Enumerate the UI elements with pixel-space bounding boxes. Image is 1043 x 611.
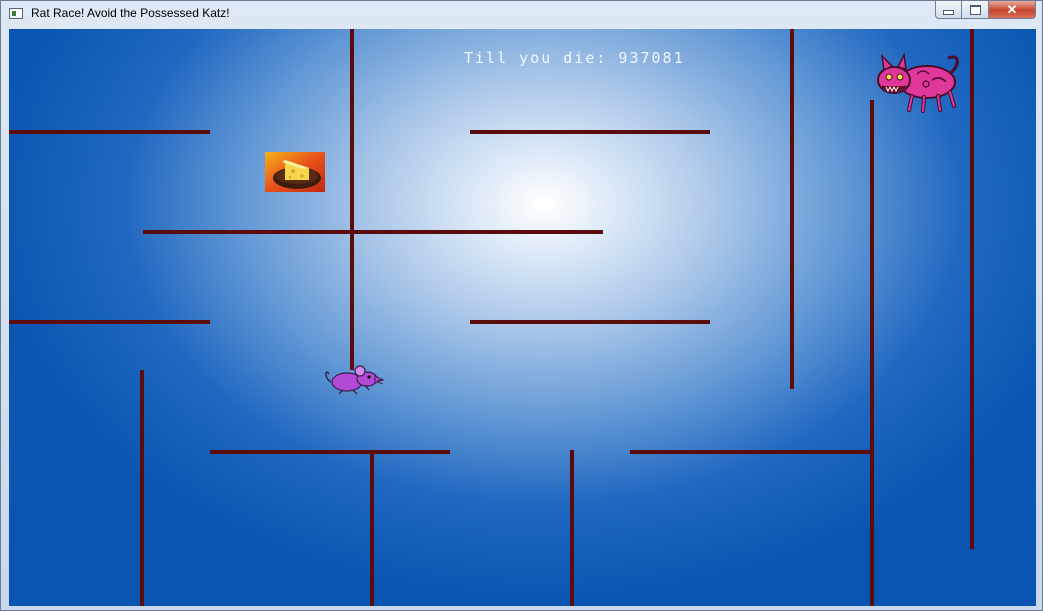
countdown-score: Till you die: 937081 (464, 49, 685, 67)
game-canvas[interactable]: Till you die: 937081 (9, 29, 1036, 606)
close-icon: ✕ (1006, 1, 1018, 17)
app-icon[interactable] (9, 8, 23, 19)
maze-wall (870, 100, 874, 606)
maze-wall (470, 130, 710, 134)
maze-wall (210, 450, 450, 454)
game-window: Rat Race! Avoid the Possessed Katz! ✕ Ti… (0, 0, 1043, 611)
minimize-button[interactable] (935, 1, 962, 19)
maze-wall (9, 320, 210, 324)
maze-wall (970, 29, 974, 549)
maze-wall (790, 29, 794, 389)
close-button[interactable]: ✕ (989, 1, 1036, 19)
possessed-cat-icon (872, 52, 964, 114)
cheese-icon (265, 152, 325, 192)
title-bar[interactable]: Rat Race! Avoid the Possessed Katz! ✕ (1, 1, 1042, 27)
window-title: Rat Race! Avoid the Possessed Katz! (31, 6, 230, 20)
maximize-icon (969, 4, 981, 15)
maze-wall (140, 370, 144, 606)
maze-wall (370, 450, 374, 606)
maze-wall (630, 450, 872, 454)
minimize-icon (943, 9, 954, 15)
maximize-button[interactable] (962, 1, 989, 19)
maze-wall (570, 450, 574, 606)
rat-icon (323, 364, 385, 396)
maze-wall (143, 230, 603, 234)
window-controls: ✕ (935, 1, 1036, 20)
maze-wall (350, 29, 354, 370)
maze-wall (470, 320, 710, 324)
maze-wall (9, 130, 210, 134)
